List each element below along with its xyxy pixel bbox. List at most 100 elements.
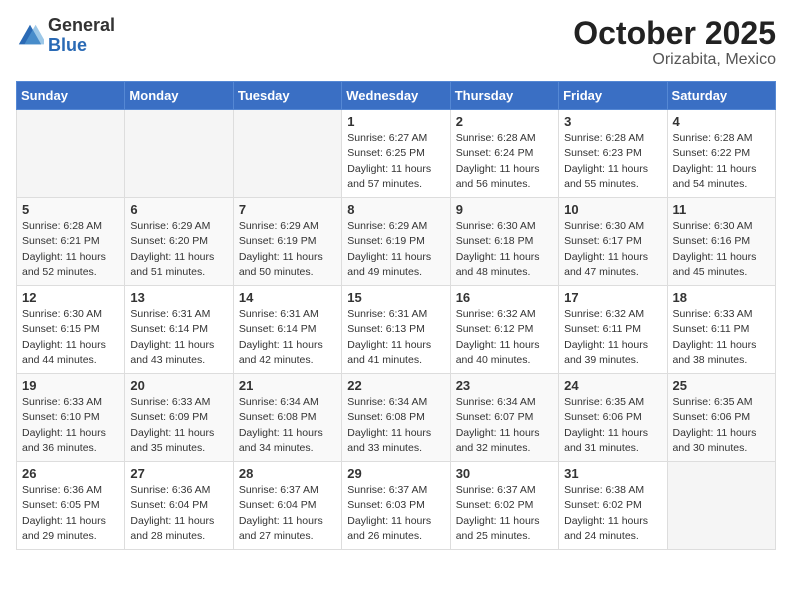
- day-info: Sunrise: 6:29 AM Sunset: 6:19 PM Dayligh…: [239, 219, 336, 280]
- weekday-header-saturday: Saturday: [667, 82, 775, 110]
- day-number: 27: [130, 466, 227, 481]
- day-number: 4: [673, 114, 770, 129]
- day-number: 30: [456, 466, 553, 481]
- day-info: Sunrise: 6:28 AM Sunset: 6:22 PM Dayligh…: [673, 131, 770, 192]
- weekday-header-friday: Friday: [559, 82, 667, 110]
- day-info: Sunrise: 6:30 AM Sunset: 6:17 PM Dayligh…: [564, 219, 661, 280]
- calendar-cell: 6 Sunrise: 6:29 AM Sunset: 6:20 PM Daylig…: [125, 198, 233, 286]
- page-subtitle: Orizabita, Mexico: [573, 51, 776, 69]
- day-info: Sunrise: 6:32 AM Sunset: 6:12 PM Dayligh…: [456, 307, 553, 368]
- day-info: Sunrise: 6:32 AM Sunset: 6:11 PM Dayligh…: [564, 307, 661, 368]
- calendar-table: SundayMondayTuesdayWednesdayThursdayFrid…: [16, 81, 776, 550]
- logo-text: General Blue: [48, 16, 115, 56]
- day-info: Sunrise: 6:37 AM Sunset: 6:02 PM Dayligh…: [456, 483, 553, 544]
- logo: General Blue: [16, 16, 115, 56]
- calendar-cell: 23Sunrise: 6:34 AM Sunset: 6:07 PM Dayli…: [450, 374, 558, 462]
- day-number: 12: [22, 290, 119, 305]
- calendar-body: 1 Sunrise: 6:27 AM Sunset: 6:25 PM Daylig…: [17, 110, 776, 550]
- calendar-cell: 11Sunrise: 6:30 AM Sunset: 6:16 PM Dayli…: [667, 198, 775, 286]
- calendar-cell: 14Sunrise: 6:31 AM Sunset: 6:14 PM Dayli…: [233, 286, 341, 374]
- calendar-week-5: 26 Sunrise: 6:36 AM Sunset: 6:05 PM Dayli…: [17, 462, 776, 550]
- calendar-cell: [667, 462, 775, 550]
- day-info: Sunrise: 6:31 AM Sunset: 6:14 PM Dayligh…: [130, 307, 227, 368]
- calendar-cell: 4 Sunrise: 6:28 AM Sunset: 6:22 PM Daylig…: [667, 110, 775, 198]
- day-number: 17: [564, 290, 661, 305]
- calendar-cell: 8 Sunrise: 6:29 AM Sunset: 6:19 PM Daylig…: [342, 198, 450, 286]
- day-number: 31: [564, 466, 661, 481]
- calendar-cell: 31 Sunrise: 6:38 AM Sunset: 6:02 PM Dayli…: [559, 462, 667, 550]
- day-info: Sunrise: 6:35 AM Sunset: 6:06 PM Dayligh…: [673, 395, 770, 456]
- day-number: 7: [239, 202, 336, 217]
- calendar-cell: 22 Sunrise: 6:34 AM Sunset: 6:08 PM Dayli…: [342, 374, 450, 462]
- day-info: Sunrise: 6:28 AM Sunset: 6:24 PM Dayligh…: [456, 131, 553, 192]
- day-info: Sunrise: 6:28 AM Sunset: 6:23 PM Dayligh…: [564, 131, 661, 192]
- calendar-cell: 19Sunrise: 6:33 AM Sunset: 6:10 PM Dayli…: [17, 374, 125, 462]
- day-number: 13: [130, 290, 227, 305]
- calendar-cell: 25Sunrise: 6:35 AM Sunset: 6:06 PM Dayli…: [667, 374, 775, 462]
- weekday-header-wednesday: Wednesday: [342, 82, 450, 110]
- page-header: General Blue October 2025 Orizabita, Mex…: [16, 16, 776, 69]
- day-info: Sunrise: 6:29 AM Sunset: 6:20 PM Dayligh…: [130, 219, 227, 280]
- weekday-header-sunday: Sunday: [17, 82, 125, 110]
- day-number: 16: [456, 290, 553, 305]
- day-number: 19: [22, 378, 119, 393]
- weekday-header-monday: Monday: [125, 82, 233, 110]
- day-number: 2: [456, 114, 553, 129]
- logo-icon: [16, 22, 44, 50]
- calendar-cell: 3Sunrise: 6:28 AM Sunset: 6:23 PM Daylig…: [559, 110, 667, 198]
- calendar-cell: [17, 110, 125, 198]
- day-number: 18: [673, 290, 770, 305]
- day-info: Sunrise: 6:29 AM Sunset: 6:19 PM Dayligh…: [347, 219, 444, 280]
- calendar-cell: 24Sunrise: 6:35 AM Sunset: 6:06 PM Dayli…: [559, 374, 667, 462]
- calendar-cell: 27 Sunrise: 6:36 AM Sunset: 6:04 PM Dayli…: [125, 462, 233, 550]
- day-number: 6: [130, 202, 227, 217]
- logo-blue: Blue: [48, 35, 87, 55]
- calendar-cell: 16 Sunrise: 6:32 AM Sunset: 6:12 PM Dayli…: [450, 286, 558, 374]
- day-info: Sunrise: 6:36 AM Sunset: 6:05 PM Dayligh…: [22, 483, 119, 544]
- calendar-cell: 10 Sunrise: 6:30 AM Sunset: 6:17 PM Dayli…: [559, 198, 667, 286]
- calendar-cell: 13 Sunrise: 6:31 AM Sunset: 6:14 PM Dayli…: [125, 286, 233, 374]
- day-number: 28: [239, 466, 336, 481]
- title-block: October 2025 Orizabita, Mexico: [573, 16, 776, 69]
- calendar-cell: [233, 110, 341, 198]
- day-info: Sunrise: 6:35 AM Sunset: 6:06 PM Dayligh…: [564, 395, 661, 456]
- calendar-cell: 21Sunrise: 6:34 AM Sunset: 6:08 PM Dayli…: [233, 374, 341, 462]
- day-info: Sunrise: 6:34 AM Sunset: 6:07 PM Dayligh…: [456, 395, 553, 456]
- calendar-week-3: 12 Sunrise: 6:30 AM Sunset: 6:15 PM Dayli…: [17, 286, 776, 374]
- calendar-week-1: 1 Sunrise: 6:27 AM Sunset: 6:25 PM Daylig…: [17, 110, 776, 198]
- day-info: Sunrise: 6:30 AM Sunset: 6:15 PM Dayligh…: [22, 307, 119, 368]
- logo-general: General: [48, 15, 115, 35]
- calendar-cell: 26 Sunrise: 6:36 AM Sunset: 6:05 PM Dayli…: [17, 462, 125, 550]
- day-number: 22: [347, 378, 444, 393]
- day-info: Sunrise: 6:38 AM Sunset: 6:02 PM Dayligh…: [564, 483, 661, 544]
- day-number: 10: [564, 202, 661, 217]
- day-info: Sunrise: 6:37 AM Sunset: 6:03 PM Dayligh…: [347, 483, 444, 544]
- day-info: Sunrise: 6:34 AM Sunset: 6:08 PM Dayligh…: [347, 395, 444, 456]
- calendar-cell: 28 Sunrise: 6:37 AM Sunset: 6:04 PM Dayli…: [233, 462, 341, 550]
- day-number: 5: [22, 202, 119, 217]
- weekday-header-tuesday: Tuesday: [233, 82, 341, 110]
- calendar-cell: 20Sunrise: 6:33 AM Sunset: 6:09 PM Dayli…: [125, 374, 233, 462]
- day-info: Sunrise: 6:36 AM Sunset: 6:04 PM Dayligh…: [130, 483, 227, 544]
- day-info: Sunrise: 6:28 AM Sunset: 6:21 PM Dayligh…: [22, 219, 119, 280]
- day-number: 26: [22, 466, 119, 481]
- calendar-week-4: 19Sunrise: 6:33 AM Sunset: 6:10 PM Dayli…: [17, 374, 776, 462]
- day-info: Sunrise: 6:27 AM Sunset: 6:25 PM Dayligh…: [347, 131, 444, 192]
- day-info: Sunrise: 6:31 AM Sunset: 6:14 PM Dayligh…: [239, 307, 336, 368]
- weekday-header-thursday: Thursday: [450, 82, 558, 110]
- calendar-cell: 9Sunrise: 6:30 AM Sunset: 6:18 PM Daylig…: [450, 198, 558, 286]
- day-info: Sunrise: 6:33 AM Sunset: 6:11 PM Dayligh…: [673, 307, 770, 368]
- day-number: 1: [347, 114, 444, 129]
- calendar-cell: 12 Sunrise: 6:30 AM Sunset: 6:15 PM Dayli…: [17, 286, 125, 374]
- calendar-cell: 2 Sunrise: 6:28 AM Sunset: 6:24 PM Daylig…: [450, 110, 558, 198]
- day-number: 11: [673, 202, 770, 217]
- page-title: October 2025: [573, 16, 776, 51]
- day-number: 8: [347, 202, 444, 217]
- day-info: Sunrise: 6:37 AM Sunset: 6:04 PM Dayligh…: [239, 483, 336, 544]
- day-number: 15: [347, 290, 444, 305]
- day-info: Sunrise: 6:31 AM Sunset: 6:13 PM Dayligh…: [347, 307, 444, 368]
- day-info: Sunrise: 6:34 AM Sunset: 6:08 PM Dayligh…: [239, 395, 336, 456]
- day-info: Sunrise: 6:33 AM Sunset: 6:09 PM Dayligh…: [130, 395, 227, 456]
- day-number: 9: [456, 202, 553, 217]
- calendar-cell: [125, 110, 233, 198]
